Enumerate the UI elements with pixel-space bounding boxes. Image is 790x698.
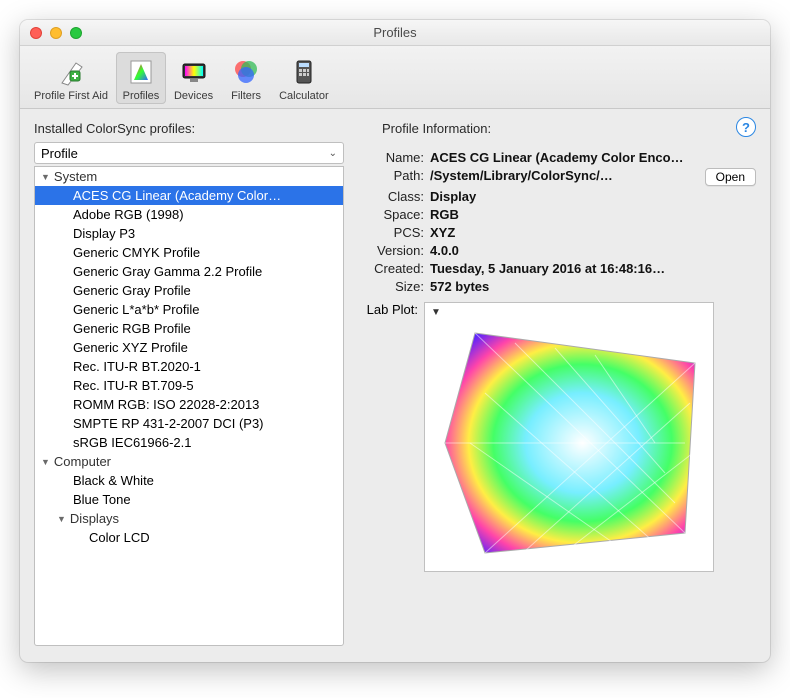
toolbar: Profile First Aid Profiles [20, 46, 770, 109]
profile-item[interactable]: Generic Gray Gamma 2.2 Profile [35, 262, 343, 281]
profile-item[interactable]: ROMM RGB: ISO 22028-2:2013 [35, 395, 343, 414]
tb-filters[interactable]: Filters [221, 52, 271, 104]
lab-plot[interactable]: ▼ [424, 302, 714, 572]
value-size: 572 bytes [430, 279, 756, 294]
group-label: System [54, 169, 97, 184]
first-aid-icon [55, 56, 87, 88]
profile-item[interactable]: Rec. ITU-R BT.709-5 [35, 376, 343, 395]
titlebar[interactable]: Profiles [20, 20, 770, 46]
profile-dropdown[interactable]: Profile ⌄ [34, 142, 344, 164]
profile-tree[interactable]: ▼ System ACES CG Linear (Academy Color… … [34, 166, 344, 646]
profile-item[interactable]: sRGB IEC61966-2.1 [35, 433, 343, 452]
label-version: Version: [362, 243, 424, 258]
label-space: Space: [362, 207, 424, 222]
colorsync-window: Profiles Profile First Aid [20, 20, 770, 662]
profile-item[interactable]: Generic Gray Profile [35, 281, 343, 300]
label-pcs: PCS: [362, 225, 424, 240]
info-grid: Name: ACES CG Linear (Academy Color Enco… [362, 150, 756, 294]
lab-plot-row: Lab Plot: ▼ [362, 302, 756, 572]
profile-item[interactable]: Rec. ITU-R BT.2020-1 [35, 357, 343, 376]
tb-label: Calculator [279, 90, 329, 102]
value-path: /System/Library/ColorSync/… [430, 168, 699, 186]
right-panel: ? Profile Information: Name: ACES CG Lin… [352, 121, 756, 646]
tb-label: Profiles [123, 90, 160, 102]
devices-icon [178, 56, 210, 88]
gamut-chart-icon [425, 303, 714, 572]
group-label: Displays [70, 511, 119, 526]
label-path: Path: [362, 168, 424, 186]
profile-item[interactable]: Display P3 [35, 224, 343, 243]
value-space: RGB [430, 207, 756, 222]
left-panel: Installed ColorSync profiles: Profile ⌄ … [34, 121, 344, 646]
profile-item[interactable]: Generic CMYK Profile [35, 243, 343, 262]
disclosure-triangle-icon: ▼ [57, 514, 66, 524]
window-title: Profiles [20, 25, 770, 40]
value-pcs: XYZ [430, 225, 756, 240]
group-system[interactable]: ▼ System [35, 167, 343, 186]
left-heading: Installed ColorSync profiles: [34, 121, 344, 136]
disclosure-triangle-icon: ▼ [41, 457, 50, 467]
calculator-icon [288, 56, 320, 88]
filters-icon [230, 56, 262, 88]
dropdown-value: Profile [41, 146, 78, 161]
label-name: Name: [362, 150, 424, 165]
profile-item[interactable]: Adobe RGB (1998) [35, 205, 343, 224]
right-heading: Profile Information: [382, 121, 756, 136]
chevron-down-icon: ⌄ [329, 148, 337, 159]
tb-label: Profile First Aid [34, 90, 108, 102]
tb-calculator[interactable]: Calculator [273, 52, 335, 104]
group-displays[interactable]: ▼ Displays [35, 509, 343, 528]
profiles-icon [125, 56, 157, 88]
label-labplot: Lab Plot: [362, 302, 424, 572]
content: Installed ColorSync profiles: Profile ⌄ … [20, 109, 770, 662]
profile-item[interactable]: Color LCD [35, 528, 343, 547]
profile-item[interactable]: SMPTE RP 431-2-2007 DCI (P3) [35, 414, 343, 433]
value-version: 4.0.0 [430, 243, 756, 258]
tb-label: Devices [174, 90, 213, 102]
plot-disclosure-icon[interactable]: ▼ [431, 307, 441, 318]
profile-item[interactable]: Black & White [35, 471, 343, 490]
disclosure-triangle-icon: ▼ [41, 172, 50, 182]
profile-item[interactable]: Generic XYZ Profile [35, 338, 343, 357]
profile-item[interactable]: Blue Tone [35, 490, 343, 509]
label-size: Size: [362, 279, 424, 294]
profile-item[interactable]: ACES CG Linear (Academy Color… [35, 186, 343, 205]
group-computer[interactable]: ▼ Computer [35, 452, 343, 471]
group-label: Computer [54, 454, 111, 469]
profile-item[interactable]: Generic L*a*b* Profile [35, 300, 343, 319]
value-name: ACES CG Linear (Academy Color Enco… [430, 150, 756, 165]
value-created: Tuesday, 5 January 2016 at 16:48:16… [430, 261, 756, 276]
tb-profiles[interactable]: Profiles [116, 52, 166, 104]
tb-label: Filters [231, 90, 261, 102]
value-class: Display [430, 189, 756, 204]
label-class: Class: [362, 189, 424, 204]
profile-item[interactable]: Generic RGB Profile [35, 319, 343, 338]
open-button[interactable]: Open [705, 168, 756, 186]
label-created: Created: [362, 261, 424, 276]
tb-profile-first-aid[interactable]: Profile First Aid [28, 52, 114, 104]
tb-devices[interactable]: Devices [168, 52, 219, 104]
help-button[interactable]: ? [736, 117, 756, 137]
